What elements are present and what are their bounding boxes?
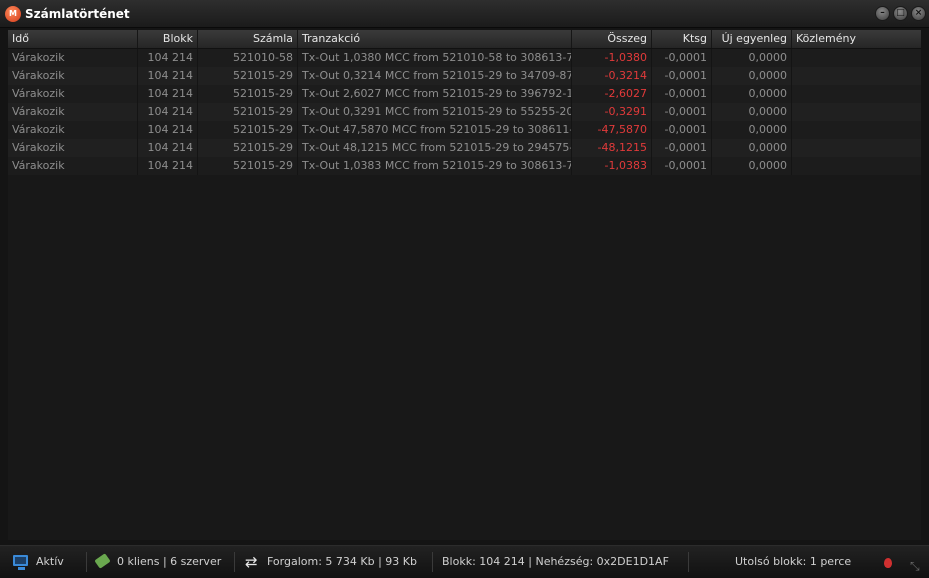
maximize-button[interactable]: □ — [893, 6, 908, 21]
cell-time: Várakozik — [8, 49, 138, 67]
cell-transaction: Tx-Out 2,6027 MCC from 521015-29 to 3967… — [298, 85, 572, 103]
cell-amount: -0,3291 — [572, 103, 652, 121]
cell-memo — [792, 49, 921, 67]
cell-account: 521015-29 — [198, 67, 298, 85]
bug-icon[interactable] — [884, 558, 892, 568]
cell-block: 104 214 — [138, 139, 198, 157]
cell-new-balance: 0,0000 — [712, 49, 792, 67]
cell-memo — [792, 139, 921, 157]
cell-account: 521015-29 — [198, 103, 298, 121]
minimize-button[interactable]: – — [875, 6, 890, 21]
cell-account: 521010-58 — [198, 49, 298, 67]
cell-memo — [792, 85, 921, 103]
column-header-time[interactable]: Idő — [8, 30, 138, 48]
plug-icon — [94, 553, 111, 569]
cell-memo — [792, 103, 921, 121]
cell-fee: -0,0001 — [652, 103, 712, 121]
cell-new-balance: 0,0000 — [712, 121, 792, 139]
cell-new-balance: 0,0000 — [712, 139, 792, 157]
cell-memo — [792, 67, 921, 85]
cell-fee: -0,0001 — [652, 139, 712, 157]
column-header-account[interactable]: Számla — [198, 30, 298, 48]
cell-fee: -0,0001 — [652, 157, 712, 175]
table-row[interactable]: Várakozik 104 214 521015-29 Tx-Out 47,58… — [8, 121, 921, 139]
last-block-text: Utolsó blokk: 1 perce — [735, 555, 852, 568]
cell-memo — [792, 157, 921, 175]
cell-time: Várakozik — [8, 157, 138, 175]
column-header-block[interactable]: Blokk — [138, 30, 198, 48]
monitor-icon — [13, 555, 28, 570]
table-row[interactable]: Várakozik 104 214 521015-29 Tx-Out 0,329… — [8, 103, 921, 121]
history-table: Idő Blokk Számla Tranzakció Összeg Ktsg … — [8, 30, 921, 540]
cell-account: 521015-29 — [198, 157, 298, 175]
column-header-amount[interactable]: Összeg — [572, 30, 652, 48]
cell-time: Várakozik — [8, 67, 138, 85]
cell-account: 521015-29 — [198, 85, 298, 103]
table-row[interactable]: Várakozik 104 214 521015-29 Tx-Out 48,12… — [8, 139, 921, 157]
block-info-text: Blokk: 104 214 | Nehézség: 0x2DE1D1AF — [442, 555, 669, 568]
cell-amount: -2,6027 — [572, 85, 652, 103]
divider — [234, 552, 235, 572]
cell-transaction: Tx-Out 1,0383 MCC from 521015-29 to 3086… — [298, 157, 572, 175]
cell-new-balance: 0,0000 — [712, 157, 792, 175]
cell-time: Várakozik — [8, 85, 138, 103]
cell-transaction: Tx-Out 0,3214 MCC from 521015-29 to 3470… — [298, 67, 572, 85]
app-logo-icon: M — [5, 6, 21, 22]
arrows-icon: ⇄ — [245, 553, 258, 571]
cell-new-balance: 0,0000 — [712, 85, 792, 103]
cell-block: 104 214 — [138, 67, 198, 85]
cell-amount: -47,5870 — [572, 121, 652, 139]
status-bar: Aktív 0 kliens | 6 szerver ⇄ Forgalom: 5… — [0, 545, 929, 578]
divider — [688, 552, 689, 572]
table-row[interactable]: Várakozik 104 214 521015-29 Tx-Out 0,321… — [8, 67, 921, 85]
cell-time: Várakozik — [8, 103, 138, 121]
cell-transaction: Tx-Out 1,0380 MCC from 521010-58 to 3086… — [298, 49, 572, 67]
cell-fee: -0,0001 — [652, 67, 712, 85]
cell-fee: -0,0001 — [652, 121, 712, 139]
divider — [86, 552, 87, 572]
divider — [432, 552, 433, 572]
connections-text: 0 kliens | 6 szerver — [117, 555, 222, 568]
cell-account: 521015-29 — [198, 139, 298, 157]
traffic-text: Forgalom: 5 734 Kb | 93 Kb — [267, 555, 417, 568]
cell-fee: -0,0001 — [652, 85, 712, 103]
cell-transaction: Tx-Out 0,3291 MCC from 521015-29 to 5525… — [298, 103, 572, 121]
status-text: Aktív — [36, 555, 64, 568]
cell-new-balance: 0,0000 — [712, 103, 792, 121]
cell-fee: -0,0001 — [652, 49, 712, 67]
cell-account: 521015-29 — [198, 121, 298, 139]
cell-time: Várakozik — [8, 139, 138, 157]
column-header-transaction[interactable]: Tranzakció — [298, 30, 572, 48]
table-header: Idő Blokk Számla Tranzakció Összeg Ktsg … — [8, 30, 921, 49]
cell-time: Várakozik — [8, 121, 138, 139]
cell-block: 104 214 — [138, 103, 198, 121]
cell-amount: -0,3214 — [572, 67, 652, 85]
cell-block: 104 214 — [138, 121, 198, 139]
cell-block: 104 214 — [138, 157, 198, 175]
cell-transaction: Tx-Out 48,1215 MCC from 521015-29 to 294… — [298, 139, 572, 157]
table-row[interactable]: Várakozik 104 214 521015-29 Tx-Out 2,602… — [8, 85, 921, 103]
column-header-memo[interactable]: Közlemény — [792, 30, 921, 48]
cell-new-balance: 0,0000 — [712, 67, 792, 85]
cell-memo — [792, 121, 921, 139]
cell-transaction: Tx-Out 47,5870 MCC from 521015-29 to 308… — [298, 121, 572, 139]
title-bar[interactable]: M Számlatörténet – □ × — [0, 0, 929, 28]
resize-grip-icon[interactable]: ⤡ — [910, 560, 920, 572]
cell-amount: -1,0383 — [572, 157, 652, 175]
cell-amount: -1,0380 — [572, 49, 652, 67]
close-button[interactable]: × — [911, 6, 926, 21]
cell-block: 104 214 — [138, 85, 198, 103]
table-row[interactable]: Várakozik 104 214 521015-29 Tx-Out 1,038… — [8, 157, 921, 175]
column-header-new-balance[interactable]: Új egyenleg — [712, 30, 792, 48]
window-title: Számlatörténet — [25, 7, 130, 21]
cell-amount: -48,1215 — [572, 139, 652, 157]
table-row[interactable]: Várakozik 104 214 521010-58 Tx-Out 1,038… — [8, 49, 921, 67]
cell-block: 104 214 — [138, 49, 198, 67]
column-header-fee[interactable]: Ktsg — [652, 30, 712, 48]
